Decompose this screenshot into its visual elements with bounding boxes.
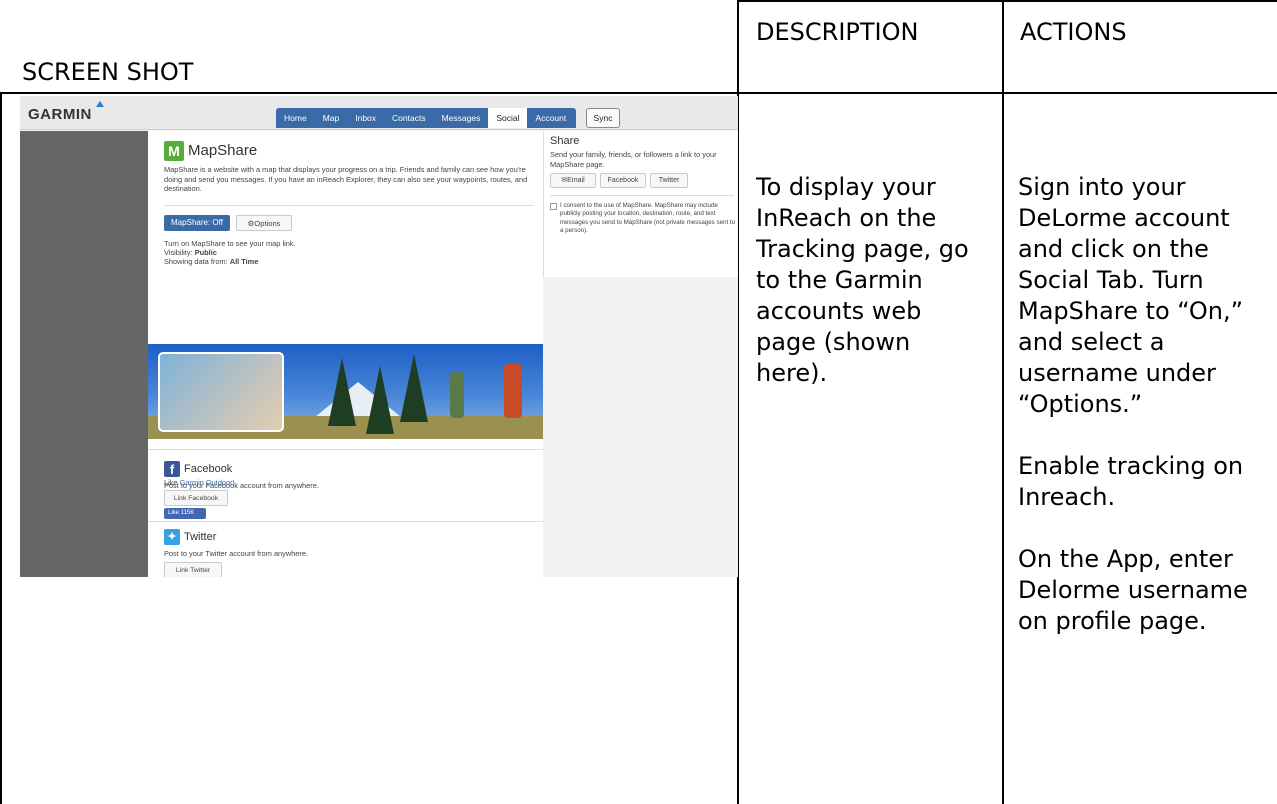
garmin-logo-triangle-icon [96, 101, 104, 107]
banner-hiker [450, 372, 464, 418]
mapshare-description: MapShare is a website with a map that di… [164, 165, 528, 193]
banner-tree [400, 354, 428, 422]
actions-step-1: Sign into your DeLorme account and click… [1018, 173, 1243, 418]
share-facebook-button[interactable]: Facebook [600, 173, 646, 188]
twitter-icon: ✦ [164, 529, 180, 545]
facebook-title: Facebook [184, 463, 233, 475]
twitter-text: Post to your Twitter account from anywhe… [164, 549, 309, 558]
table-left-border [0, 92, 2, 804]
share-twitter-button[interactable]: Twitter [650, 173, 688, 188]
header-row-bottom-border [0, 92, 1277, 94]
tab-contacts[interactable]: Contacts [384, 108, 434, 128]
showing-value: All Time [229, 257, 259, 266]
banner-hiker [504, 364, 522, 418]
share-title: Share [550, 135, 580, 147]
banner-family-photo [158, 352, 284, 432]
table-top-border [737, 0, 1277, 2]
twitter-title: Twitter [184, 531, 217, 543]
showing-label: Showing data from: [164, 257, 228, 266]
tab-inbox[interactable]: Inbox [347, 108, 384, 128]
like-prefix: Like [164, 478, 178, 487]
header-screenshot: SCREEN SHOT [22, 58, 194, 86]
visibility-value: Public [194, 248, 217, 257]
mapshare-toggle-button[interactable]: MapShare: Off [164, 215, 230, 231]
mapshare-divider [164, 205, 534, 206]
description-text: To display your InReach on the Tracking … [756, 173, 969, 387]
facebook-icon: f [164, 461, 180, 477]
column-divider-2 [1002, 0, 1004, 804]
tab-home[interactable]: Home [276, 108, 315, 128]
garmin-screenshot: GARMIN Home Map Inbox Contacts Messages … [20, 96, 738, 577]
share-divider [550, 195, 734, 196]
tab-social[interactable]: Social [488, 108, 528, 128]
visibility-label: Visibility: [164, 248, 193, 257]
actions-step-3: On the App, enter Delorme username on pr… [1018, 545, 1248, 635]
mapshare-banner-image [148, 344, 543, 439]
garmin-sidebar [20, 131, 148, 577]
garmin-logo[interactable]: GARMIN [28, 106, 92, 123]
garmin-top-bar: GARMIN Home Map Inbox Contacts Messages … [20, 96, 738, 130]
actions-step-2: Enable tracking on Inreach. [1018, 452, 1244, 511]
banner-tree [328, 358, 356, 426]
facebook-like-text: Like Garmin Outdoor! [164, 478, 235, 487]
garmin-nav-tabs: Home Map Inbox Contacts Messages Social … [276, 108, 576, 128]
share-email-button[interactable]: ✉Email [550, 173, 596, 188]
actions-cell: Sign into your DeLorme account and click… [1018, 172, 1273, 637]
sync-button[interactable]: Sync [586, 108, 620, 128]
link-facebook-button[interactable]: Link Facebook [164, 490, 228, 506]
mapshare-options-button[interactable]: ⚙Options [236, 215, 292, 231]
tab-map[interactable]: Map [315, 108, 348, 128]
mapshare-icon: M [164, 141, 184, 161]
tab-account[interactable]: Account [527, 108, 574, 128]
twitter-divider [148, 521, 543, 522]
header-description: DESCRIPTION [756, 18, 919, 46]
consent-text: I consent to the use of MapShare. MapSha… [560, 202, 736, 235]
garmin-main-panel: M MapShare MapShare is a website with a … [148, 131, 543, 577]
mapshare-showing: Showing data from: All Time [164, 257, 258, 267]
header-actions: ACTIONS [1020, 18, 1127, 46]
garmin-outdoor-link[interactable]: Garmin Outdoor! [180, 478, 235, 487]
facebook-divider [148, 449, 543, 450]
banner-tree [366, 366, 394, 434]
consent-checkbox[interactable] [550, 203, 557, 210]
share-text: Send your family, friends, or followers … [550, 150, 717, 169]
tab-messages[interactable]: Messages [434, 108, 489, 128]
share-panel: Share Send your family, friends, or foll… [543, 131, 738, 277]
mapshare-title: MapShare [188, 142, 258, 159]
link-twitter-button[interactable]: Link Twitter [164, 562, 222, 577]
facebook-like-button[interactable]: Like 115K [164, 508, 206, 519]
